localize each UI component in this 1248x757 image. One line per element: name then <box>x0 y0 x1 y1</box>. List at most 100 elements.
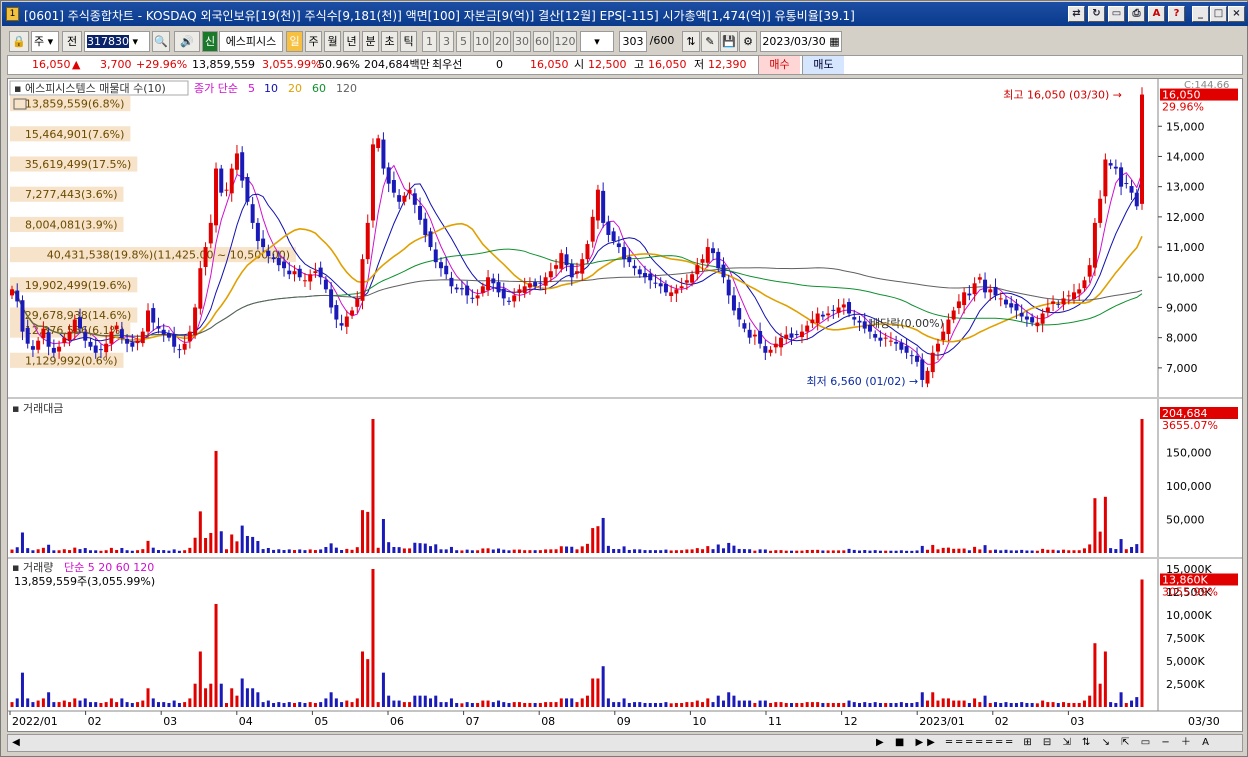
candle-body <box>622 247 627 260</box>
buy-button[interactable]: 매수 <box>758 56 800 74</box>
date-field[interactable]: 2023/03/30 ▦ <box>760 31 842 52</box>
volume-bar <box>324 698 328 707</box>
volume-bar <box>439 702 443 707</box>
amount-bar <box>99 550 103 553</box>
interval-1[interactable]: 1 <box>422 31 437 52</box>
chart-type-icon[interactable]: ⇅ <box>682 31 700 52</box>
minimize-button[interactable]: _ <box>1192 6 1209 22</box>
amount-bar <box>277 549 281 553</box>
amount-bar <box>716 544 720 553</box>
volume-bar <box>842 703 846 707</box>
amount-bar <box>784 550 788 553</box>
window-icon[interactable]: ▭ <box>1108 6 1125 22</box>
candle-body <box>1056 303 1061 305</box>
period-5[interactable]: 초 <box>381 31 398 52</box>
price-tick-label: 10,000 <box>1166 271 1205 284</box>
interval-60[interactable]: 60 <box>533 31 551 52</box>
chart-controls[interactable]: ▶ ■ ▶▶ ═══════ ⊞ ⊟ ⇲ ⇅ ↘ ⇱ ▭ − ＋ A <box>876 736 1236 750</box>
prev-button[interactable]: 전 <box>62 31 82 52</box>
volume-tick-label: 10,000K <box>1166 609 1212 622</box>
volume-bar <box>230 688 234 707</box>
volume-bar <box>920 692 924 707</box>
candle-body <box>805 325 810 332</box>
month-label: 12 <box>844 715 858 728</box>
candle-body <box>554 265 559 269</box>
code-input[interactable]: 317830 ▾ <box>84 31 150 52</box>
volume-bar <box>387 695 391 707</box>
candle-body <box>1014 303 1019 311</box>
period-0[interactable]: 일 <box>286 31 303 52</box>
scroll-bar[interactable]: ◀ ▶ ■ ▶▶ ═══════ ⊞ ⊟ ⇲ ⇅ ↘ ⇱ ▭ − ＋ A <box>7 734 1243 752</box>
chart-svg[interactable]: 1,129,992(0.6%)12,376,556(6.1%)29,678,93… <box>8 79 1242 731</box>
candle-body <box>967 293 972 296</box>
candle-body <box>533 282 538 287</box>
refresh-icon[interactable]: ↻ <box>1088 6 1105 22</box>
open-label: 시 <box>574 58 585 71</box>
volume-bar <box>596 678 600 707</box>
interval-3[interactable]: 3 <box>439 31 454 52</box>
amount-bar <box>664 549 668 553</box>
volume-profile-label: 15,464,901(7.6%) <box>25 128 125 141</box>
candle-body <box>538 282 543 284</box>
interval-20[interactable]: 20 <box>493 31 511 52</box>
period-2[interactable]: 월 <box>324 31 341 52</box>
candle-body <box>1071 292 1076 300</box>
prefer-value: 0 <box>496 58 503 71</box>
sell-button[interactable]: 매도 <box>802 56 844 74</box>
candle-body <box>977 277 982 280</box>
volume-bar <box>1109 702 1113 707</box>
volume-bar <box>973 698 977 707</box>
close-button[interactable]: × <box>1228 6 1245 22</box>
candle-body <box>951 310 956 320</box>
volume-bar <box>151 698 155 707</box>
volume-bar <box>188 698 192 707</box>
amount-bar <box>721 548 725 553</box>
amount-bar <box>915 550 919 553</box>
candle-body <box>418 205 423 220</box>
scroll-left-icon[interactable]: ◀ <box>9 736 23 750</box>
candle-body <box>857 320 862 323</box>
amount-bar <box>324 546 328 553</box>
mode-select[interactable]: 주 ▾ <box>31 31 59 52</box>
save-icon[interactable]: 💾 <box>720 31 738 52</box>
interval-5[interactable]: 5 <box>456 31 471 52</box>
volume-bar <box>653 703 657 707</box>
candle-body <box>768 349 773 353</box>
lock-icon[interactable]: 🔒 <box>9 31 29 52</box>
period-4[interactable]: 분 <box>362 31 379 52</box>
spin-field[interactable]: ▾ <box>580 31 614 52</box>
settings-icon[interactable]: ⚙ <box>739 31 757 52</box>
interval-30[interactable]: 30 <box>513 31 531 52</box>
volume-profile-label: 13,859,559(6.8%) <box>25 98 125 111</box>
candle-body <box>67 331 72 341</box>
period-3[interactable]: 년 <box>343 31 360 52</box>
new-button[interactable]: 신 <box>202 31 218 52</box>
month-label: 05 <box>314 715 328 728</box>
volume-bar <box>706 698 710 707</box>
period-1[interactable]: 주 <box>305 31 322 52</box>
maximize-button[interactable]: □ <box>1210 6 1227 22</box>
link-icon[interactable]: ⇄ <box>1068 6 1085 22</box>
font-icon[interactable]: A <box>1148 6 1165 22</box>
chart-area[interactable]: 1,129,992(0.6%)12,376,556(6.1%)29,678,93… <box>7 78 1243 732</box>
candle-body <box>1113 166 1118 169</box>
interval-10[interactable]: 10 <box>473 31 491 52</box>
amount-bar <box>831 550 835 553</box>
tool-icon[interactable]: ✎ <box>701 31 719 52</box>
speaker-icon[interactable]: 🔊 <box>174 31 200 52</box>
candle-body <box>146 310 151 332</box>
candle-body <box>114 325 119 330</box>
interval-120[interactable]: 120 <box>553 31 577 52</box>
candle-body <box>1098 198 1103 223</box>
count-field[interactable]: 303 <box>619 31 647 52</box>
amount-bar <box>68 550 72 553</box>
help-icon[interactable]: ? <box>1168 6 1185 22</box>
search-icon[interactable]: 🔍 <box>152 31 170 52</box>
print-icon[interactable]: ⎙ <box>1128 6 1145 22</box>
candle-body <box>784 334 789 339</box>
candle-body <box>988 289 993 293</box>
period-6[interactable]: 틱 <box>400 31 417 52</box>
volume-bar <box>381 672 385 707</box>
toolbar: 🔒 주 ▾ 전 317830 ▾ 🔍 🔊 신 에스피시스 일주월년분초틱 135… <box>2 31 1248 53</box>
amount-bar <box>429 546 433 553</box>
